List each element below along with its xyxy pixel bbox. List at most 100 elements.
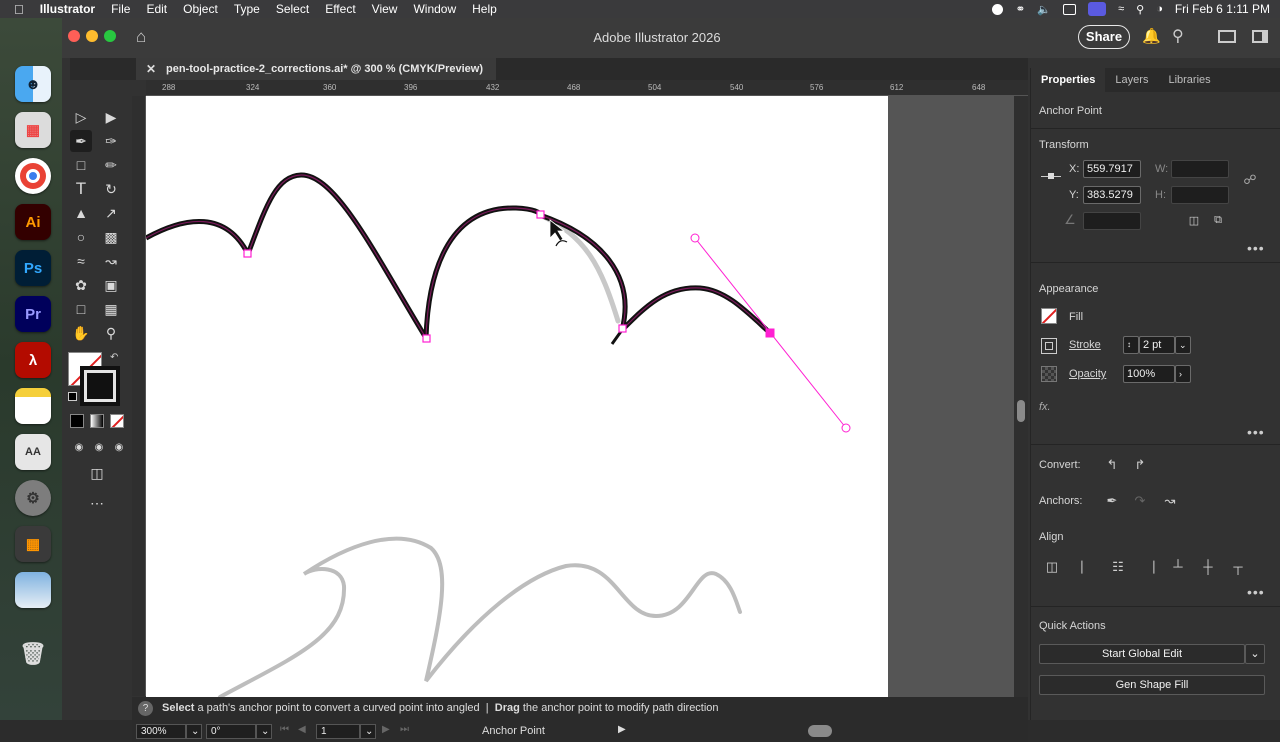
search-icon[interactable]: ⚲ — [1172, 26, 1184, 46]
control-center-icon[interactable]: ◑ — [1156, 3, 1163, 15]
more-tools-icon[interactable]: ⋯ — [86, 492, 108, 514]
apple-icon[interactable]:  — [0, 2, 32, 17]
paintbrush-tool[interactable]: ✏ — [100, 154, 122, 176]
none-mode-button[interactable] — [110, 414, 124, 428]
spotlight-icon[interactable]: ⚲ — [1136, 3, 1144, 16]
color-mode-button[interactable] — [70, 414, 84, 428]
menu-select[interactable]: Select — [268, 2, 317, 16]
effects-label[interactable]: fx. — [1039, 401, 1051, 413]
last-artboard-icon[interactable]: ⏭ — [400, 724, 409, 735]
align-right-icon[interactable]: ⎹ — [1139, 559, 1157, 575]
flip-vertical-icon[interactable]: ⧉ — [1209, 214, 1227, 230]
hand-tool[interactable]: ✋ — [70, 322, 92, 344]
gradient-mode-button[interactable] — [90, 414, 104, 428]
share-button[interactable]: Share — [1078, 25, 1130, 49]
shape-builder-tool[interactable]: ○ — [70, 226, 92, 248]
stroke-label[interactable]: Stroke — [1069, 339, 1101, 351]
artboard-dropdown-icon[interactable]: ⌄ — [360, 724, 376, 739]
rotate-tool[interactable]: ↻ — [100, 178, 122, 200]
opacity-field[interactable]: 100% — [1123, 365, 1175, 383]
menu-datetime[interactable]: Fri Feb 6 1:11 PM — [1175, 2, 1270, 16]
help-icon[interactable]: ? — [138, 701, 153, 716]
align-left-icon[interactable]: ⎸ — [1079, 559, 1097, 575]
rotation-field[interactable]: 0° — [206, 724, 256, 739]
flip-horizontal-icon[interactable]: ◫ — [1185, 214, 1203, 230]
current-tool-name[interactable]: Anchor Point — [482, 725, 545, 737]
menu-edit[interactable]: Edit — [138, 2, 175, 16]
screen-mode-icon[interactable]: ◫ — [86, 462, 108, 484]
width-tool[interactable]: ≈ — [70, 250, 92, 272]
convert-to-corner-icon[interactable]: ↰ — [1103, 457, 1121, 473]
menu-type[interactable]: Type — [226, 2, 268, 16]
screen-mirror-icon[interactable] — [1088, 2, 1107, 16]
vertical-scrollbar[interactable] — [1014, 96, 1028, 697]
first-artboard-icon[interactable]: ⏮ — [280, 724, 289, 735]
swap-colors-icon[interactable]: ↶ — [110, 352, 118, 363]
keyboard-icon[interactable] — [1063, 3, 1077, 15]
menu-object[interactable]: Object — [175, 2, 226, 16]
type-tool[interactable]: T — [70, 178, 92, 200]
font-book-icon[interactable]: AA — [15, 434, 51, 470]
preview-icon[interactable] — [15, 572, 51, 608]
gen-shape-fill-button[interactable]: Gen Shape Fill — [1039, 675, 1265, 695]
draw-inside-icon[interactable]: ◉ — [108, 436, 130, 458]
stroke-weight-field[interactable]: 2 pt — [1139, 336, 1175, 354]
global-edit-dropdown-icon[interactable]: ⌄ — [1245, 644, 1265, 664]
photoshop-icon[interactable]: Ps — [15, 250, 51, 286]
zoom-tool[interactable]: ⚲ — [100, 322, 122, 344]
fill-swatch-icon[interactable] — [1041, 308, 1057, 324]
pen-tool[interactable]: ✒ — [70, 130, 92, 152]
zoom-dropdown-icon[interactable]: ⌄ — [186, 724, 202, 739]
menu-view[interactable]: View — [364, 2, 406, 16]
eyedropper-tool[interactable]: ↗ — [100, 202, 122, 224]
tab-properties[interactable]: Properties — [1031, 68, 1106, 92]
draw-normal-icon[interactable]: ◉ — [68, 436, 90, 458]
artboard-field[interactable]: 1 — [316, 724, 360, 739]
document-tab[interactable]: ✕ pen-tool-practice-2_corrections.ai* @ … — [136, 58, 496, 80]
cut-path-icon[interactable]: ↝ — [1161, 493, 1179, 509]
workspace-switcher-icon[interactable] — [1218, 30, 1236, 43]
vertical-ruler[interactable] — [132, 96, 146, 696]
artboard[interactable] — [146, 96, 888, 697]
tab-layers[interactable]: Layers — [1105, 68, 1158, 92]
scrollbar-thumb[interactable] — [1017, 400, 1025, 422]
stroke-swatch[interactable] — [80, 366, 120, 406]
menu-app-name[interactable]: Illustrator — [32, 2, 103, 16]
selection-tool[interactable]: ▷ — [70, 106, 92, 128]
eraser-tool[interactable]: ▲ — [70, 202, 92, 224]
align-top-icon[interactable]: ┴ — [1169, 559, 1187, 575]
trash-icon[interactable]: 🗑 — [15, 636, 51, 672]
artboard-tool[interactable]: □ — [70, 298, 92, 320]
direct-selection-tool[interactable]: ▶ — [100, 106, 122, 128]
default-colors-icon[interactable] — [68, 392, 77, 401]
align-bottom-icon[interactable]: ┬ — [1229, 559, 1247, 575]
symbol-sprayer-tool[interactable]: ✿ — [70, 274, 92, 296]
zoom-field[interactable]: 300% — [136, 724, 186, 739]
curvature-tool[interactable]: ✑ — [100, 130, 122, 152]
next-artboard-icon[interactable]: ▶ — [382, 724, 390, 735]
draw-behind-icon[interactable]: ◉ — [88, 436, 110, 458]
menu-help[interactable]: Help — [464, 2, 505, 16]
close-tab-icon[interactable]: ✕ — [146, 58, 156, 80]
align-more-icon[interactable]: ••• — [1247, 584, 1265, 600]
start-global-edit-button[interactable]: Start Global Edit — [1039, 644, 1245, 664]
chrome-icon[interactable] — [15, 158, 51, 194]
rotation-dropdown-icon[interactable]: ⌄ — [256, 724, 272, 739]
transform-more-icon[interactable]: ••• — [1247, 240, 1265, 256]
calculator-icon[interactable]: ▦ — [15, 526, 51, 562]
scale-tool[interactable]: ▣ — [100, 274, 122, 296]
opacity-arrow-icon[interactable]: › — [1175, 365, 1191, 383]
notes-icon[interactable] — [15, 388, 51, 424]
volume-icon[interactable]: 🔈 — [1037, 3, 1051, 16]
horizontal-ruler[interactable]: 288 324 360 396 432 468 504 540 576 612 … — [146, 80, 1028, 96]
reference-point-icon[interactable] — [1041, 173, 1061, 180]
wifi-icon[interactable]: ≈ — [1118, 3, 1124, 15]
remove-anchor-icon[interactable]: ✒ — [1103, 493, 1121, 509]
panel-toggle-icon[interactable] — [1252, 30, 1268, 43]
convert-to-smooth-icon[interactable]: ↱ — [1131, 457, 1149, 473]
stroke-stepper-icon[interactable]: ↕ — [1123, 336, 1139, 354]
blend-tool[interactable]: ↝ — [100, 250, 122, 272]
y-field[interactable]: 383.5279 — [1083, 186, 1141, 204]
constrain-proportions-icon[interactable]: ☍ — [1241, 172, 1259, 188]
notifications-icon[interactable]: 🔔 — [1142, 27, 1161, 45]
